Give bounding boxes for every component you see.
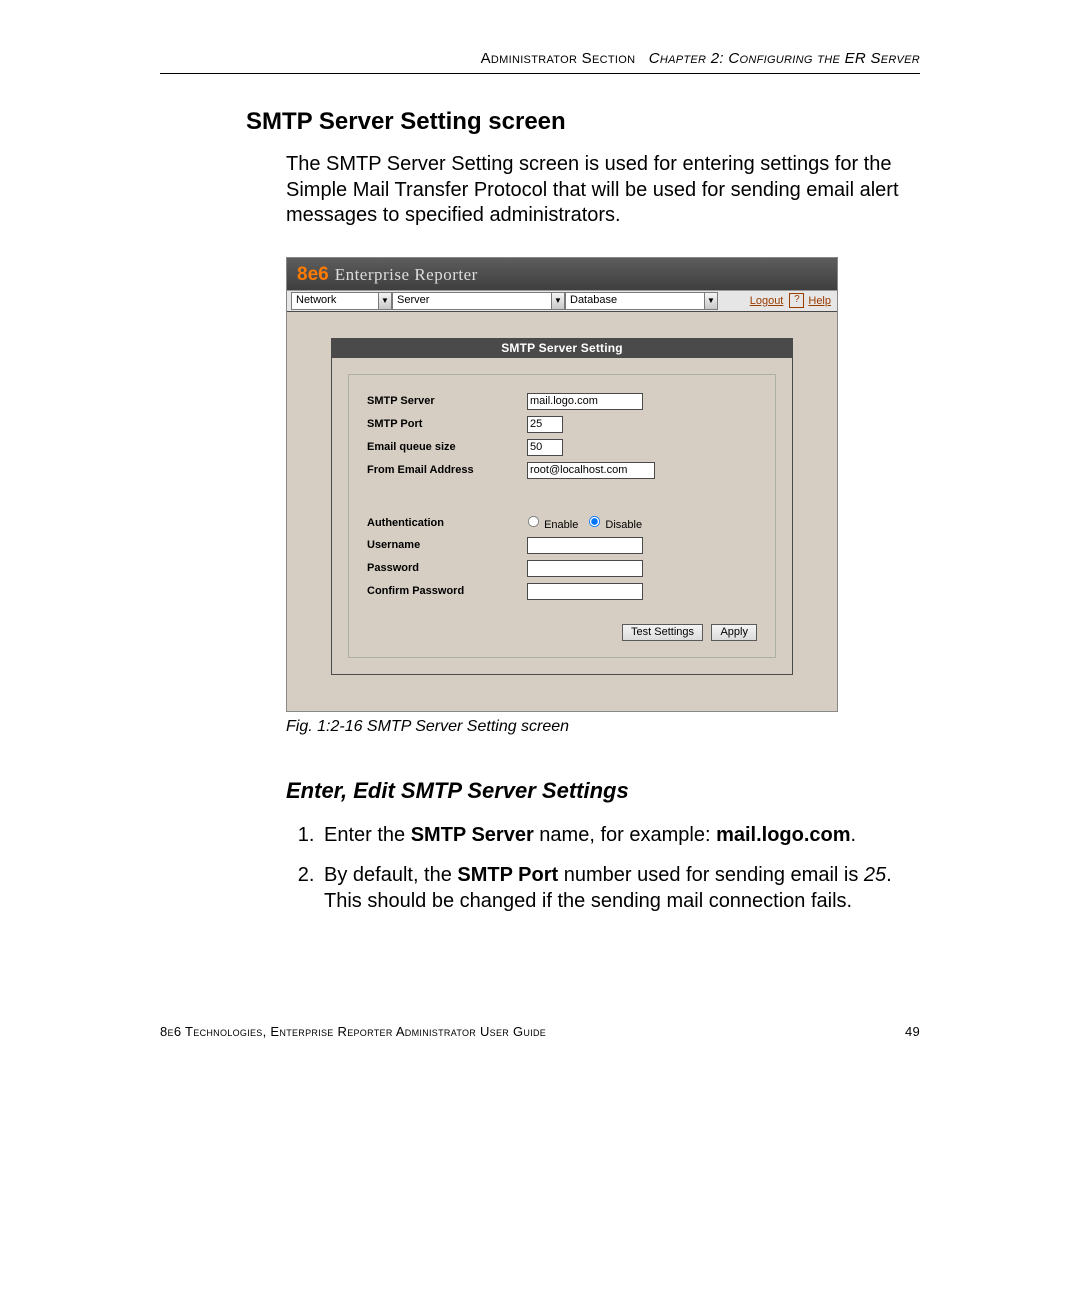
figure-caption: Fig. 1:2-16 SMTP Server Setting screen: [286, 718, 920, 736]
help-link[interactable]: Help: [808, 295, 831, 307]
smtp-server-label: SMTP Server: [367, 395, 527, 407]
server-menu[interactable]: Server ▼: [392, 292, 565, 310]
smtp-port-input[interactable]: [527, 416, 563, 433]
smtp-panel: SMTP Server Setting SMTP Server SMTP Por…: [331, 338, 793, 675]
username-label: Username: [367, 539, 527, 551]
panel-body: SMTP Server SMTP Port Email queue size F…: [348, 374, 776, 658]
server-menu-label: Server: [392, 292, 551, 310]
network-menu[interactable]: Network ▼: [291, 292, 392, 310]
authentication-label: Authentication: [367, 517, 527, 529]
email-queue-label: Email queue size: [367, 441, 527, 453]
network-menu-label: Network: [291, 292, 378, 310]
step-1: Enter the SMTP Server name, for example:…: [320, 822, 920, 848]
database-menu-label: Database: [565, 292, 704, 310]
steps-list: Enter the SMTP Server name, for example:…: [292, 822, 920, 914]
enable-radio-label[interactable]: Enable: [527, 515, 578, 531]
dropdown-arrow-icon: ▼: [551, 292, 565, 310]
from-email-input[interactable]: [527, 462, 655, 479]
password-label: Password: [367, 562, 527, 574]
from-email-label: From Email Address: [367, 464, 527, 476]
page-header: Administrator Section Chapter 2: Configu…: [160, 50, 920, 74]
disable-radio-label[interactable]: Disable: [588, 515, 642, 531]
smtp-server-input[interactable]: [527, 393, 643, 410]
logout-link[interactable]: Logout: [750, 295, 784, 307]
brand-logo: 8e6: [297, 264, 329, 286]
enable-radio[interactable]: [528, 516, 539, 527]
password-input[interactable]: [527, 560, 643, 577]
confirm-password-label: Confirm Password: [367, 585, 527, 597]
header-section: Administrator Section: [481, 50, 636, 67]
help-icon[interactable]: ?: [789, 293, 804, 308]
page-number: 49: [905, 1024, 920, 1039]
confirm-password-input[interactable]: [527, 583, 643, 600]
database-menu[interactable]: Database ▼: [565, 292, 718, 310]
disable-radio[interactable]: [589, 516, 600, 527]
menubar: Network ▼ Server ▼ Database ▼ Logout ? H…: [287, 290, 837, 312]
page-footer: 8e6 Technologies, Enterprise Reporter Ad…: [160, 1024, 920, 1039]
section-title: SMTP Server Setting screen: [246, 108, 920, 136]
apply-button[interactable]: Apply: [711, 624, 757, 641]
email-queue-input[interactable]: [527, 439, 563, 456]
dropdown-arrow-icon: ▼: [704, 292, 718, 310]
header-chapter: Chapter 2: Configuring the ER Server: [649, 50, 920, 67]
smtp-port-label: SMTP Port: [367, 418, 527, 430]
content-area: SMTP Server Setting SMTP Server SMTP Por…: [287, 312, 837, 711]
test-settings-button[interactable]: Test Settings: [622, 624, 703, 641]
footer-left: 8e6 Technologies, Enterprise Reporter Ad…: [160, 1024, 546, 1039]
subsection-title: Enter, Edit SMTP Server Settings: [286, 778, 920, 804]
dropdown-arrow-icon: ▼: [378, 292, 392, 310]
app-window: 8e6 Enterprise Reporter Network ▼ Server…: [286, 257, 838, 712]
step-2: By default, the SMTP Port number used fo…: [320, 862, 920, 914]
intro-paragraph: The SMTP Server Setting screen is used f…: [286, 152, 920, 229]
username-input[interactable]: [527, 537, 643, 554]
brand-text: Enterprise Reporter: [335, 265, 478, 285]
app-titlebar: 8e6 Enterprise Reporter: [287, 258, 837, 290]
panel-title: SMTP Server Setting: [332, 339, 792, 358]
